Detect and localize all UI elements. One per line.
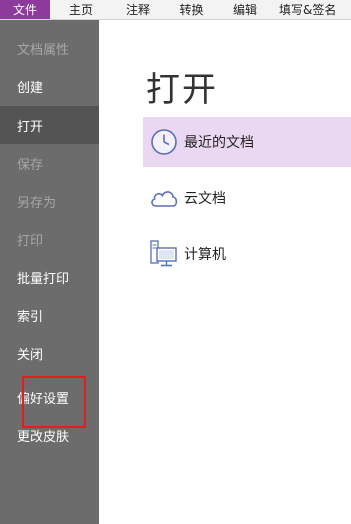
menu-item-change-skin[interactable]: 更改皮肤 xyxy=(0,416,99,454)
menu-item-open[interactable]: 打开 xyxy=(0,106,99,144)
app-window: 文件 主页 注释 转换 编辑 填写&签名 文档属性 创建 打开 保存 另存为 打… xyxy=(0,0,351,524)
tab-edit[interactable]: 编辑 xyxy=(219,0,271,19)
tab-convert[interactable]: 转换 xyxy=(164,0,219,19)
computer-icon xyxy=(149,239,179,269)
menu-item-save-as: 另存为 xyxy=(17,195,57,211)
clock-icon xyxy=(149,127,179,157)
tab-home[interactable]: 主页 xyxy=(50,0,112,19)
menu-item-close[interactable]: 关闭 xyxy=(0,334,99,372)
option-computer[interactable]: 计算机 xyxy=(143,229,351,279)
option-label: 最近的文档 xyxy=(184,135,254,151)
tab-comment[interactable]: 注释 xyxy=(112,0,164,19)
option-label: 云文档 xyxy=(184,191,226,207)
tab-fill-sign[interactable]: 填写&签名 xyxy=(271,0,351,19)
menu-item-save: 保存 xyxy=(17,157,44,173)
tab-file[interactable]: 文件 xyxy=(0,0,50,19)
option-cloud-documents[interactable]: 云文档 xyxy=(143,173,351,223)
backstage-menu: 文档属性 创建 打开 保存 另存为 打印 批量打印 索引 关闭 偏好设置 更改皮… xyxy=(0,20,99,524)
menu-item-index[interactable]: 索引 xyxy=(0,296,99,334)
menu-item-document-properties: 文档属性 xyxy=(17,42,70,58)
ribbon-tabs: 文件 主页 注释 转换 编辑 填写&签名 xyxy=(0,0,351,20)
menu-item-print: 打印 xyxy=(17,233,44,249)
option-recent-documents[interactable]: 最近的文档 xyxy=(143,117,351,167)
menu-item-preferences[interactable]: 偏好设置 xyxy=(0,378,99,416)
page-title: 打开 xyxy=(146,70,218,110)
cloud-icon xyxy=(149,183,179,213)
menu-item-batch-print[interactable]: 批量打印 xyxy=(0,258,99,296)
menu-item-create[interactable]: 创建 xyxy=(0,67,99,105)
open-panel: 打开 最近的文档 云文档 计算机 xyxy=(99,20,351,524)
option-label: 计算机 xyxy=(184,247,226,263)
